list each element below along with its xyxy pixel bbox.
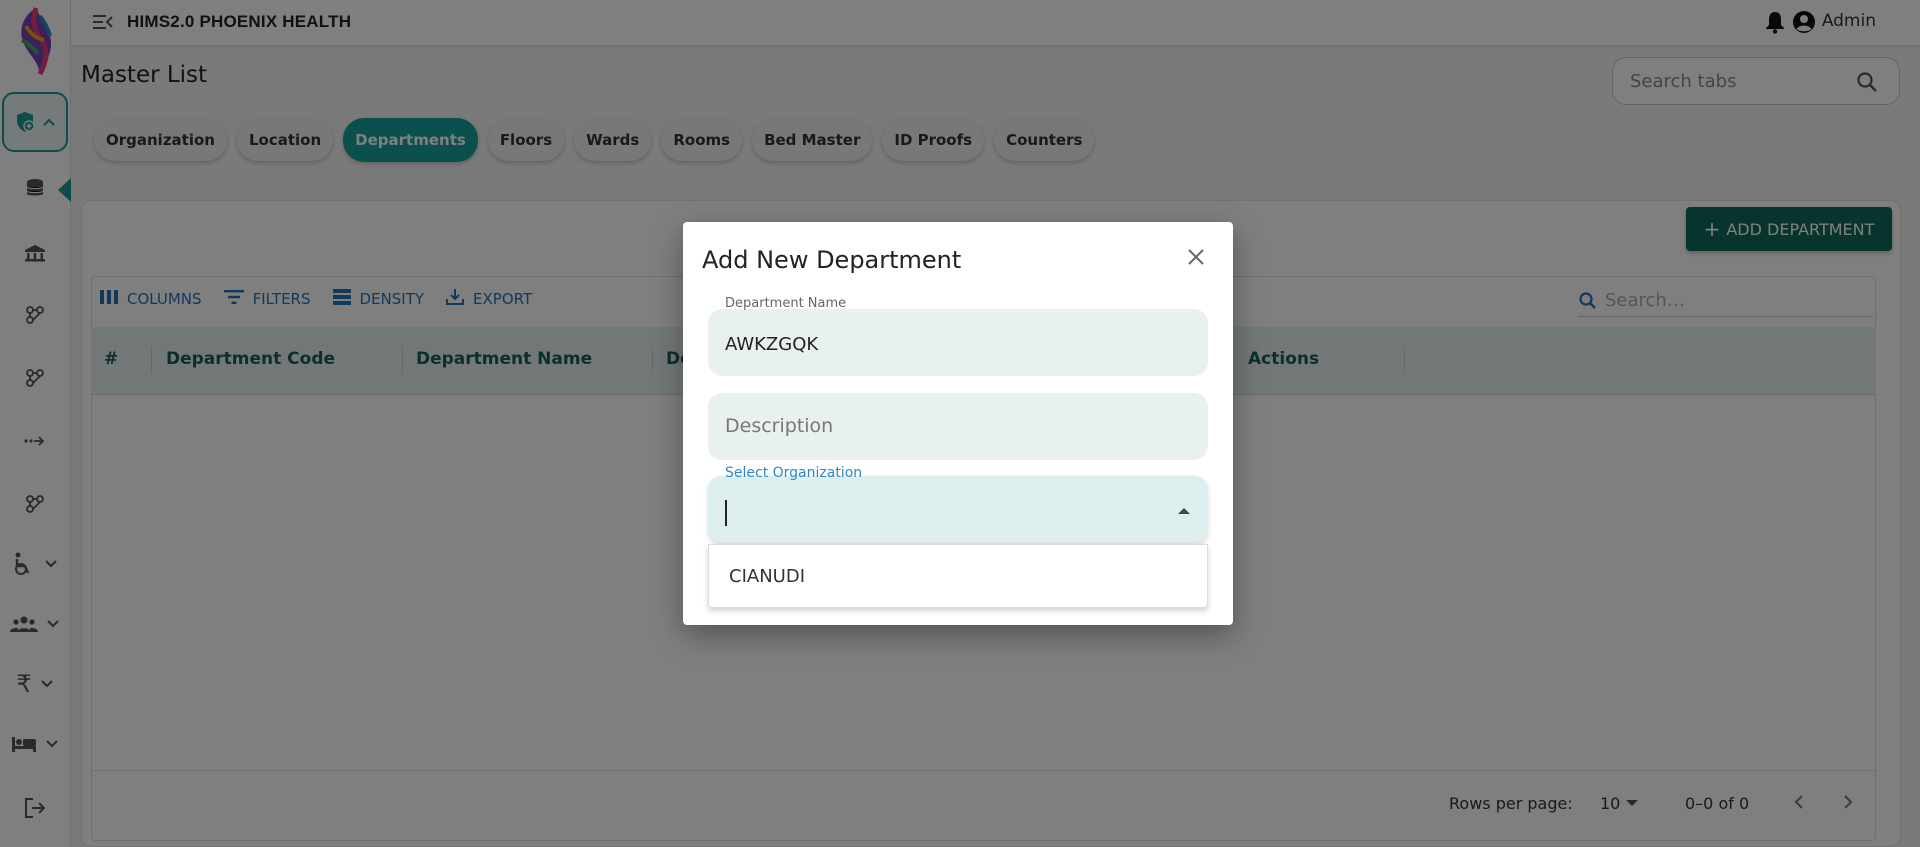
dropdown-arrow-up-icon[interactable] (1178, 508, 1190, 514)
description-placeholder: Description (725, 415, 834, 437)
department-name-value: AWKZGQK (725, 334, 819, 355)
dialog-title: Add New Department (702, 246, 962, 274)
organization-options-list: CIANUDI (708, 544, 1208, 608)
close-icon[interactable] (1186, 247, 1206, 271)
text-cursor (725, 500, 727, 526)
select-organization-label: Select Organization (725, 465, 863, 481)
department-name-field[interactable]: Department Name AWKZGQK (708, 296, 1208, 376)
department-name-label: Department Name (725, 296, 847, 311)
add-department-dialog: Add New Department Department Name AWKZG… (683, 222, 1233, 625)
description-field[interactable]: Description (708, 393, 1208, 460)
select-organization-field[interactable]: Select Organization (708, 465, 1208, 544)
organization-option[interactable]: CIANUDI (729, 566, 805, 587)
